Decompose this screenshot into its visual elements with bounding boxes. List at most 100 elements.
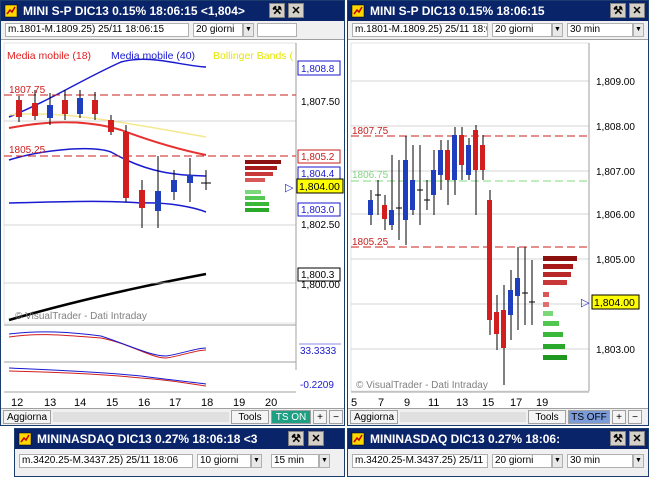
chevron-down-icon[interactable]: ▼ [243,23,254,37]
chart-toolbar: m.3420.25-M.3437.25) 25/11 18:06 10 gior… [15,449,344,476]
period-select[interactable]: 20 giorni [492,454,552,468]
bollinger-legend: Bollinger Bands ( [213,50,293,62]
price-label: 1,806.00 [596,210,635,221]
refresh-button[interactable]: Aggiorna [350,410,398,424]
window-title: MININASDAQ DIC13 0.27% 18:06:18 <3 [37,432,258,446]
price-label: 1,805.00 [596,255,635,266]
lower-level-label: 1805.25 [352,237,389,248]
oscillator-1-value: 33.3333 [300,346,337,357]
zoom-in-button[interactable]: + [612,410,626,424]
range-field[interactable]: m.3420.25-M.3437.25) 25/11 18:06 [19,454,193,468]
chart-window-bottom-left[interactable]: MININASDAQ DIC13 0.27% 18:06:18 <3 ⚒ ✕ m… [14,428,345,477]
zoom-in-button[interactable]: + [313,410,327,424]
candle [139,190,145,208]
price-label-top: 1,808.8 [301,64,335,75]
candle [62,100,68,114]
window-titlebar[interactable]: MININASDAQ DIC13 0.27% 18:06:18 <3 ⚒ ✕ [15,429,344,449]
tools-button[interactable]: Tools [528,410,566,424]
candle [77,98,83,114]
upper-level-label: 1807.75 [9,85,46,96]
period-select[interactable]: 20 giorni [193,23,243,37]
watermark: © VisualTrader - Dati Intraday [356,380,488,391]
oscillator-panel-2 [8,367,207,387]
price-chart[interactable]: 1807.75 1806.75 1805.25 1,809.00 1,808.0… [348,40,648,410]
chart-toolbar: m.1801-M.1809.25) 25/11 18:06:15 20 gior… [348,21,648,40]
candle [108,120,114,132]
window-titlebar[interactable]: MINI S-P DIC13 0.15% 18:06:15 ⚒ ✕ [348,1,648,21]
range-field[interactable]: m.1801-M.1809.25) 25/11 18:06:15 [5,23,189,37]
horizontal-scrollbar[interactable] [53,412,229,422]
chart-app-icon [351,432,365,446]
price-label: 1,805.2 [301,152,335,163]
current-price-label: 1,804.00 [594,297,635,309]
current-price-arrow: ▷ [581,297,590,309]
candle [187,175,193,183]
chart-toolbar: m.3420.25-M.3437.25) 25/11 18:06 20 gior… [348,449,648,476]
price-label: 1,800.00 [301,280,340,291]
close-icon[interactable]: ✕ [629,431,645,446]
tools-icon[interactable]: ⚒ [610,3,626,18]
candle [47,105,53,118]
tools-icon[interactable]: ⚒ [610,431,626,446]
price-label: 1,804.4 [301,169,335,180]
chevron-down-icon[interactable]: ▼ [319,454,330,468]
chevron-down-icon[interactable]: ▼ [251,454,262,468]
price-label: 1,807.00 [596,167,635,178]
zoom-out-button[interactable]: − [329,410,343,424]
chart-app-icon [4,4,18,18]
price-chart[interactable]: Media mobile (18) Media mobile (40) Boll… [1,40,344,410]
interval-select[interactable]: 15 min [271,454,319,468]
tools-icon[interactable]: ⚒ [288,431,304,446]
current-price-label: 1,804.00 [299,181,340,193]
window-titlebar[interactable]: MINI S-P DIC13 0.15% 18:06:15 <1,804> ⚒ … [1,1,344,21]
ts-toggle-button[interactable]: TS ON [271,410,311,424]
price-label: 1,808.00 [596,122,635,133]
chevron-down-icon[interactable]: ▼ [552,23,563,37]
current-price-arrow: ▷ [285,182,294,194]
window-titlebar[interactable]: MININASDAQ DIC13 0.27% 18:06: ⚒ ✕ [348,429,648,449]
zoom-out-button[interactable]: − [628,410,642,424]
horizontal-scrollbar[interactable] [400,412,526,422]
chart-app-icon [351,4,365,18]
price-label: 1,807.50 [301,97,340,108]
chart-window-top-right[interactable]: MINI S-P DIC13 0.15% 18:06:15 ⚒ ✕ m.1801… [347,0,649,426]
period-select[interactable]: 10 giorni [197,454,251,468]
chevron-down-icon[interactable]: ▼ [633,454,644,468]
chart-window-bottom-right[interactable]: MININASDAQ DIC13 0.27% 18:06: ⚒ ✕ m.3420… [347,428,649,477]
ma18-legend: Media mobile (18) [7,50,91,62]
interval-select[interactable]: 30 min [567,454,633,468]
refresh-button[interactable]: Aggiorna [3,410,51,424]
interval-select[interactable]: 30 min [567,23,633,37]
oscillator-2-value: -0.2209 [300,380,334,391]
candle [171,180,177,192]
extra-field[interactable] [257,23,297,37]
window-title: MINI S-P DIC13 0.15% 18:06:15 [370,4,545,18]
tools-button[interactable]: Tools [231,410,269,424]
price-label: 1,803.00 [596,345,635,356]
candle [92,100,98,114]
tools-icon[interactable]: ⚒ [269,3,285,18]
window-title: MININASDAQ DIC13 0.27% 18:06: [370,432,561,446]
oscillator-panel-1 [8,331,207,359]
close-icon[interactable]: ✕ [629,3,645,18]
window-title: MINI S-P DIC13 0.15% 18:06:15 <1,804> [23,4,245,18]
chart-app-icon [18,432,32,446]
close-icon[interactable]: ✕ [288,3,304,18]
candle [155,191,161,211]
chevron-down-icon[interactable]: ▼ [633,23,644,37]
close-icon[interactable]: ✕ [308,431,324,446]
period-select[interactable]: 20 giorni [492,23,552,37]
chart-window-top-left[interactable]: MINI S-P DIC13 0.15% 18:06:15 <1,804> ⚒ … [0,0,345,426]
upper-level-label: 1807.75 [352,126,389,137]
chart-bottom-bar: Aggiorna Tools TS OFF + − [348,408,648,425]
chart-bottom-bar: Aggiorna Tools TS ON + − [1,408,344,425]
range-field[interactable]: m.1801-M.1809.25) 25/11 18:06:15 [352,23,488,37]
chart-toolbar: m.1801-M.1809.25) 25/11 18:06:15 20 gior… [1,21,344,40]
lower-level-label: 1805.25 [9,145,46,156]
candle [123,132,129,198]
chevron-down-icon[interactable]: ▼ [552,454,563,468]
mid-level-label: 1806.75 [352,170,389,181]
price-label: 1,809.00 [596,77,635,88]
range-field[interactable]: m.3420.25-M.3437.25) 25/11 18:06 [352,454,488,468]
ts-toggle-button[interactable]: TS OFF [568,410,610,424]
